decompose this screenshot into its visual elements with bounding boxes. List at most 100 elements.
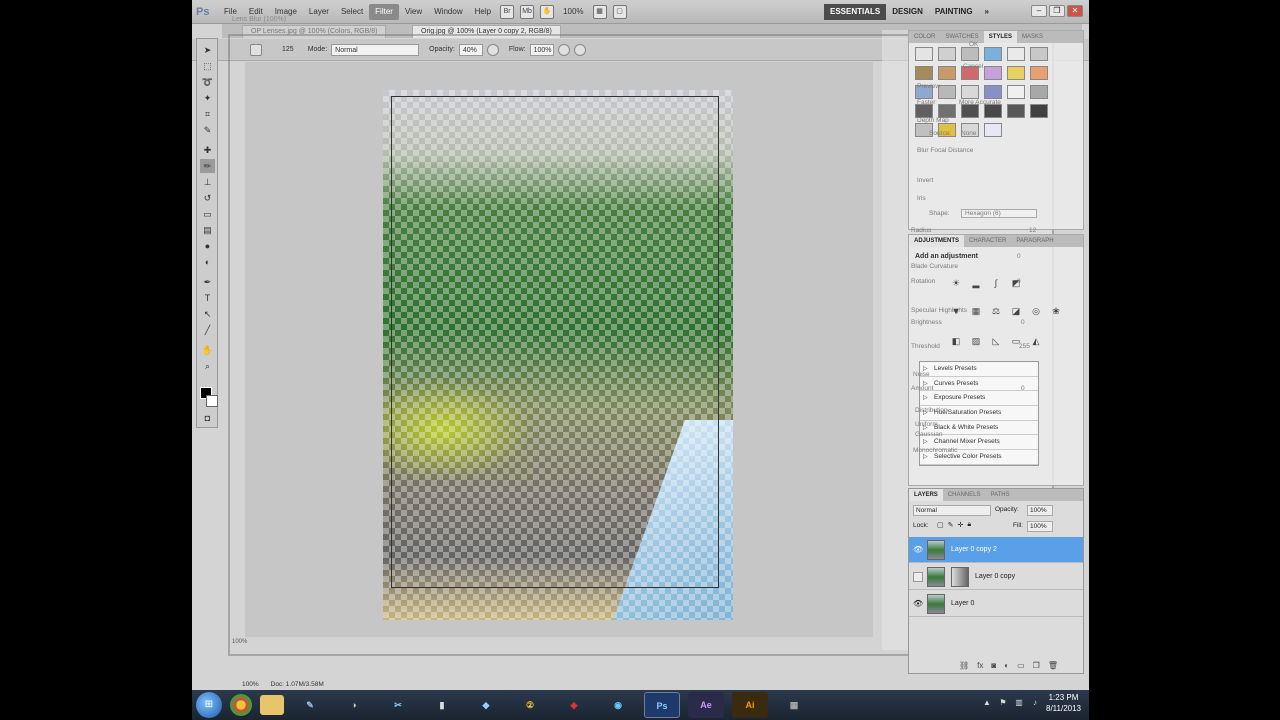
media-app-icon[interactable]: ◑	[336, 692, 372, 718]
brightness-icon[interactable]: ☀	[949, 277, 963, 289]
style-swatch[interactable]	[1007, 85, 1025, 99]
layer-row-layer-0-copy-2[interactable]: 👁︎ Layer 0 copy 2	[909, 537, 1083, 563]
menu-select[interactable]: Select	[335, 4, 369, 20]
style-swatch[interactable]	[984, 66, 1002, 80]
layer-row-layer-0-copy[interactable]: Layer 0 copy	[909, 564, 1083, 590]
tab-masks[interactable]: MASKS	[1017, 31, 1048, 43]
adjustment-layer-icon[interactable]: ◐	[1004, 661, 1009, 670]
doc-size[interactable]: Doc: 1.07M/3.58M	[271, 681, 324, 688]
style-swatch[interactable]	[984, 123, 1002, 137]
brightness-value[interactable]: 0	[1021, 319, 1025, 326]
preset-exposure[interactable]: Exposure Presets	[920, 391, 1038, 407]
lasso-tool-icon[interactable]: ➰	[200, 75, 215, 89]
threshold-icon[interactable]: ◺	[989, 335, 1003, 347]
misc-app-icon[interactable]: ▦	[776, 692, 812, 718]
chrome-icon[interactable]	[230, 694, 252, 716]
volume-icon[interactable]: ♪	[1030, 698, 1040, 708]
radius-value[interactable]: 12	[1029, 227, 1036, 234]
eraser-tool-icon[interactable]: ▭	[200, 207, 215, 221]
pressure-size-icon[interactable]	[573, 43, 586, 56]
arrange-documents-icon[interactable]: ▦	[592, 4, 607, 19]
history-brush-icon[interactable]: ↺	[200, 191, 215, 205]
style-swatch[interactable]	[1030, 85, 1048, 99]
eye-icon[interactable]: 👁︎	[913, 545, 923, 555]
hidden-eye-icon[interactable]	[913, 572, 923, 582]
levels-icon[interactable]: ▂	[969, 277, 983, 289]
canvas-area[interactable]	[245, 62, 873, 637]
style-swatch[interactable]	[915, 66, 933, 80]
start-button[interactable]: ⊞	[196, 692, 222, 718]
workspace-more[interactable]: »	[979, 4, 995, 20]
layer-opacity-field[interactable]: 100%	[1027, 505, 1053, 516]
opacity-field[interactable]: 40%	[458, 43, 483, 56]
shape-select[interactable]: Hexagon (6)	[961, 209, 1037, 218]
restore-icon[interactable]: ❐	[1049, 5, 1065, 17]
tab-paragraph[interactable]: PARAGRAPH	[1011, 235, 1058, 247]
illustrator-taskbar-icon[interactable]: Ai	[732, 692, 768, 718]
menu-filter[interactable]: Filter	[369, 3, 399, 20]
device-app-icon[interactable]: ▮	[424, 692, 460, 718]
delete-layer-icon[interactable]: 🗑︎	[1048, 661, 1058, 670]
red-app-icon[interactable]: ◈	[556, 692, 592, 718]
new-layer-icon[interactable]: ❐	[1033, 661, 1040, 670]
tab-layers[interactable]: LAYERS	[909, 489, 943, 501]
layer-style-icon[interactable]: fx	[977, 661, 983, 670]
black-white-icon[interactable]: ◪	[1009, 305, 1023, 317]
style-swatch[interactable]	[1030, 104, 1048, 118]
style-swatch[interactable]	[915, 104, 933, 118]
tab-op-lenses[interactable]: OP Lenses.jpg @ 100% (Colors, RGB/8)	[242, 25, 387, 38]
menu-window[interactable]: Window	[428, 4, 468, 20]
preset-levels[interactable]: Levels Presets	[920, 362, 1038, 377]
workspace-essentials[interactable]: ESSENTIALS	[824, 4, 887, 20]
tab-channels[interactable]: CHANNELS	[943, 489, 986, 501]
style-swatch[interactable]	[961, 85, 979, 99]
style-swatch[interactable]	[1007, 66, 1025, 80]
invert-checkbox[interactable]: Invert	[917, 177, 933, 184]
screen-mode-icon[interactable]: ▢	[612, 4, 627, 19]
brush-tool-icon[interactable]	[250, 43, 262, 56]
hand-tool-icon[interactable]: ✋	[200, 343, 215, 357]
menu-view[interactable]: View	[399, 4, 428, 20]
fill-field[interactable]: 100%	[1027, 521, 1053, 532]
airbrush-icon[interactable]	[557, 43, 570, 56]
show-hidden-icons-icon[interactable]: ▲	[982, 698, 992, 708]
workspace-design[interactable]: DESIGN	[886, 4, 929, 20]
tab-color[interactable]: COLOR	[909, 31, 940, 43]
status-zoom[interactable]: 100%	[242, 681, 259, 688]
style-swatch[interactable]	[984, 47, 1002, 61]
browser-app-icon[interactable]: ◉	[600, 692, 636, 718]
channel-mixer-icon[interactable]: ❀	[1049, 305, 1063, 317]
tab-styles[interactable]: STYLES	[983, 31, 1018, 43]
eye-icon[interactable]: 👁︎	[913, 599, 923, 609]
layer-row-layer-0[interactable]: 👁︎ Layer 0	[909, 591, 1083, 617]
healing-brush-icon[interactable]: ✚	[200, 143, 215, 157]
preview-checkbox[interactable]: Preview	[917, 83, 940, 90]
gradient-tool-icon[interactable]: ▤	[200, 223, 215, 237]
pressure-opacity-icon[interactable]	[486, 43, 499, 56]
network-icon[interactable]: ▥	[1014, 698, 1024, 708]
dodge-tool-icon[interactable]: ◐	[200, 255, 215, 269]
style-swatch[interactable]	[1030, 66, 1048, 80]
tab-character[interactable]: CHARACTER	[964, 235, 1011, 247]
crop-tool-icon[interactable]: ⌗	[200, 107, 215, 121]
close-icon[interactable]: ✕	[1067, 5, 1083, 17]
link-layers-icon[interactable]: ⛓	[959, 661, 969, 670]
posterize-icon[interactable]: ▨	[969, 335, 983, 347]
photo-filter-icon[interactable]: ◎	[1029, 305, 1043, 317]
clone-stamp-icon[interactable]: ⊥	[200, 175, 215, 189]
style-swatch[interactable]	[938, 85, 956, 99]
tool-app-icon[interactable]: ✂	[380, 692, 416, 718]
photoshop-taskbar-icon[interactable]: Ps	[644, 692, 680, 718]
mini-bridge-icon[interactable]: Mb	[520, 4, 535, 19]
style-swatch[interactable]	[961, 47, 979, 61]
lock-all-icon[interactable]: 🔒︎	[967, 521, 971, 529]
style-swatch[interactable]	[961, 104, 979, 118]
network-app-icon[interactable]: ◆	[468, 692, 504, 718]
canvas-zoom[interactable]: 100%	[232, 639, 247, 645]
layer-mask-thumbnail[interactable]	[951, 567, 969, 587]
quick-mask-icon[interactable]: ◘	[200, 411, 215, 425]
style-swatch[interactable]	[984, 85, 1002, 99]
hand-tool-icon[interactable]: ✋	[540, 4, 555, 19]
tab-adjustments[interactable]: ADJUSTMENTS	[909, 235, 965, 247]
lock-image-icon[interactable]: ✎	[948, 521, 954, 529]
